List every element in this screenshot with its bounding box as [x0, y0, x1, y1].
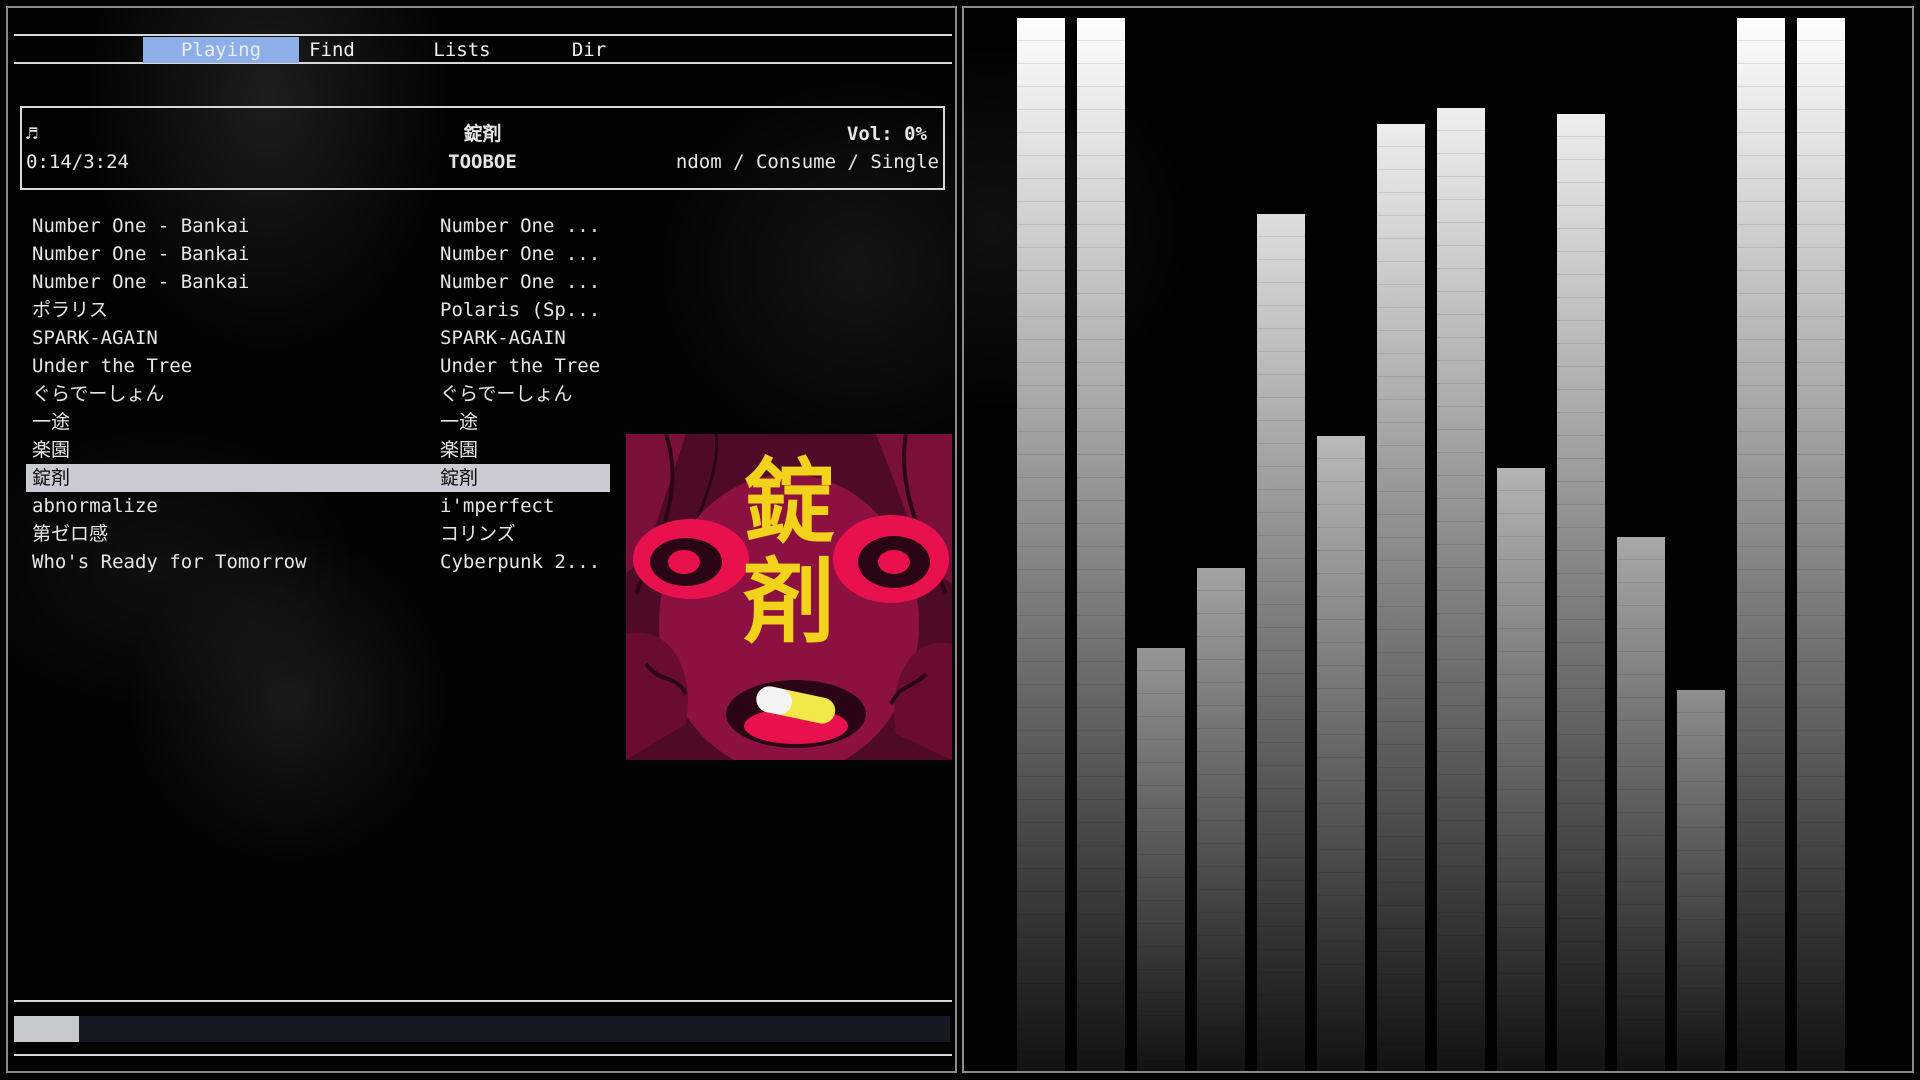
- table-row[interactable]: ポラリス Polaris (Sp...: [26, 296, 610, 324]
- cover-title-char-2: 剤: [743, 548, 835, 656]
- visualizer-bar: [1797, 18, 1845, 1071]
- visualizer-bar: [1737, 18, 1785, 1071]
- track-album: i'mperfect: [440, 495, 555, 517]
- track-title: 錠剤: [32, 467, 71, 489]
- visualizer-bar: [1197, 568, 1245, 1071]
- track-title: 楽園: [32, 439, 71, 461]
- table-row-selected[interactable]: 錠剤 錠剤: [26, 464, 610, 492]
- track-title: 第ゼロ感: [32, 523, 109, 545]
- visualizer-bar: [1077, 18, 1125, 1071]
- track-title: ぐらでーしょん: [32, 383, 165, 405]
- track-album: Number One ...: [440, 271, 601, 293]
- visualizer-bar: [1677, 690, 1725, 1071]
- track-album: Cyberpunk 2...: [440, 551, 601, 573]
- visualizer-bar: [1557, 114, 1605, 1071]
- queue-list: Number One - Bankai Number One ... Number…: [26, 212, 610, 576]
- track-album: ぐらでーしょん: [440, 383, 573, 405]
- track-album: 錠剤: [440, 467, 479, 489]
- table-row[interactable]: Under the Tree Under the Tree: [26, 352, 610, 380]
- visualizer-bar: [1137, 648, 1185, 1071]
- spectrum-visualizer: [964, 8, 1912, 1071]
- track-album: 一途: [440, 411, 479, 433]
- track-title: Number One - Bankai: [32, 271, 250, 293]
- visualizer-bar: [1497, 468, 1545, 1071]
- now-playing-header: ♬ 0:14/3:24 錠剤 TOOBOE Vol: 0% ndom / Con…: [20, 106, 945, 190]
- track-title: Number One - Bankai: [32, 243, 250, 265]
- tab-dir[interactable]: Dir: [511, 37, 667, 63]
- track-title: abnormalize: [32, 495, 158, 517]
- table-row[interactable]: Number One - Bankai Number One ...: [26, 240, 610, 268]
- table-row[interactable]: 楽園 楽園: [26, 436, 610, 464]
- visualizer-bar: [1257, 214, 1305, 1071]
- track-album: Number One ...: [440, 215, 601, 237]
- track-title: ポラリス: [32, 299, 109, 321]
- track-title: Number One - Bankai: [32, 215, 250, 237]
- status-area: [14, 1000, 952, 1056]
- table-row[interactable]: 第ゼロ感 コリンズ: [26, 520, 610, 548]
- visualizer-bar: [1617, 537, 1665, 1071]
- table-row[interactable]: 一途 一途: [26, 408, 610, 436]
- track-album: Number One ...: [440, 243, 601, 265]
- visualizer-bar: [1377, 124, 1425, 1071]
- table-row[interactable]: ぐらでーしょん ぐらでーしょん: [26, 380, 610, 408]
- table-row[interactable]: SPARK-AGAIN SPARK-AGAIN: [26, 324, 610, 352]
- track-title: Who's Ready for Tomorrow: [32, 551, 307, 573]
- tab-bar: Playing Find Lists Dir: [14, 34, 952, 64]
- cover-art-illustration: 錠 剤: [626, 434, 952, 760]
- table-row[interactable]: Who's Ready for Tomorrow Cyberpunk 2...: [26, 548, 610, 576]
- track-album: Under the Tree: [440, 355, 601, 377]
- album-cover-art: 錠 剤: [626, 434, 952, 760]
- track-title: SPARK-AGAIN: [32, 327, 158, 349]
- table-row[interactable]: abnormalize i'mperfect: [26, 492, 610, 520]
- player-pane: Playing Find Lists Dir ♬ 0:14/3:24 錠剤 TO…: [6, 6, 957, 1073]
- cover-title-char-1: 錠: [743, 448, 835, 556]
- table-row[interactable]: Number One - Bankai Number One ...: [26, 268, 610, 296]
- track-title: 一途: [32, 411, 71, 433]
- track-album: Polaris (Sp...: [440, 299, 601, 321]
- visualizer-bar: [1317, 436, 1365, 1071]
- visualizer-bar: [1017, 18, 1065, 1071]
- visualizer-bar: [1437, 108, 1485, 1071]
- track-album: コリンズ: [440, 523, 516, 545]
- track-title: Under the Tree: [32, 355, 193, 377]
- track-album: 楽園: [440, 439, 479, 461]
- song-progress-bar[interactable]: [14, 1016, 950, 1042]
- volume-readout: Vol: 0%: [846, 123, 927, 145]
- playback-modes: ndom / Consume / Single: [675, 151, 939, 173]
- visualizer-pane: [962, 6, 1914, 1073]
- song-title: 錠剤: [463, 123, 502, 145]
- song-progress-fill: [14, 1016, 79, 1042]
- table-row[interactable]: Number One - Bankai Number One ...: [26, 212, 610, 240]
- track-album: SPARK-AGAIN: [440, 327, 566, 349]
